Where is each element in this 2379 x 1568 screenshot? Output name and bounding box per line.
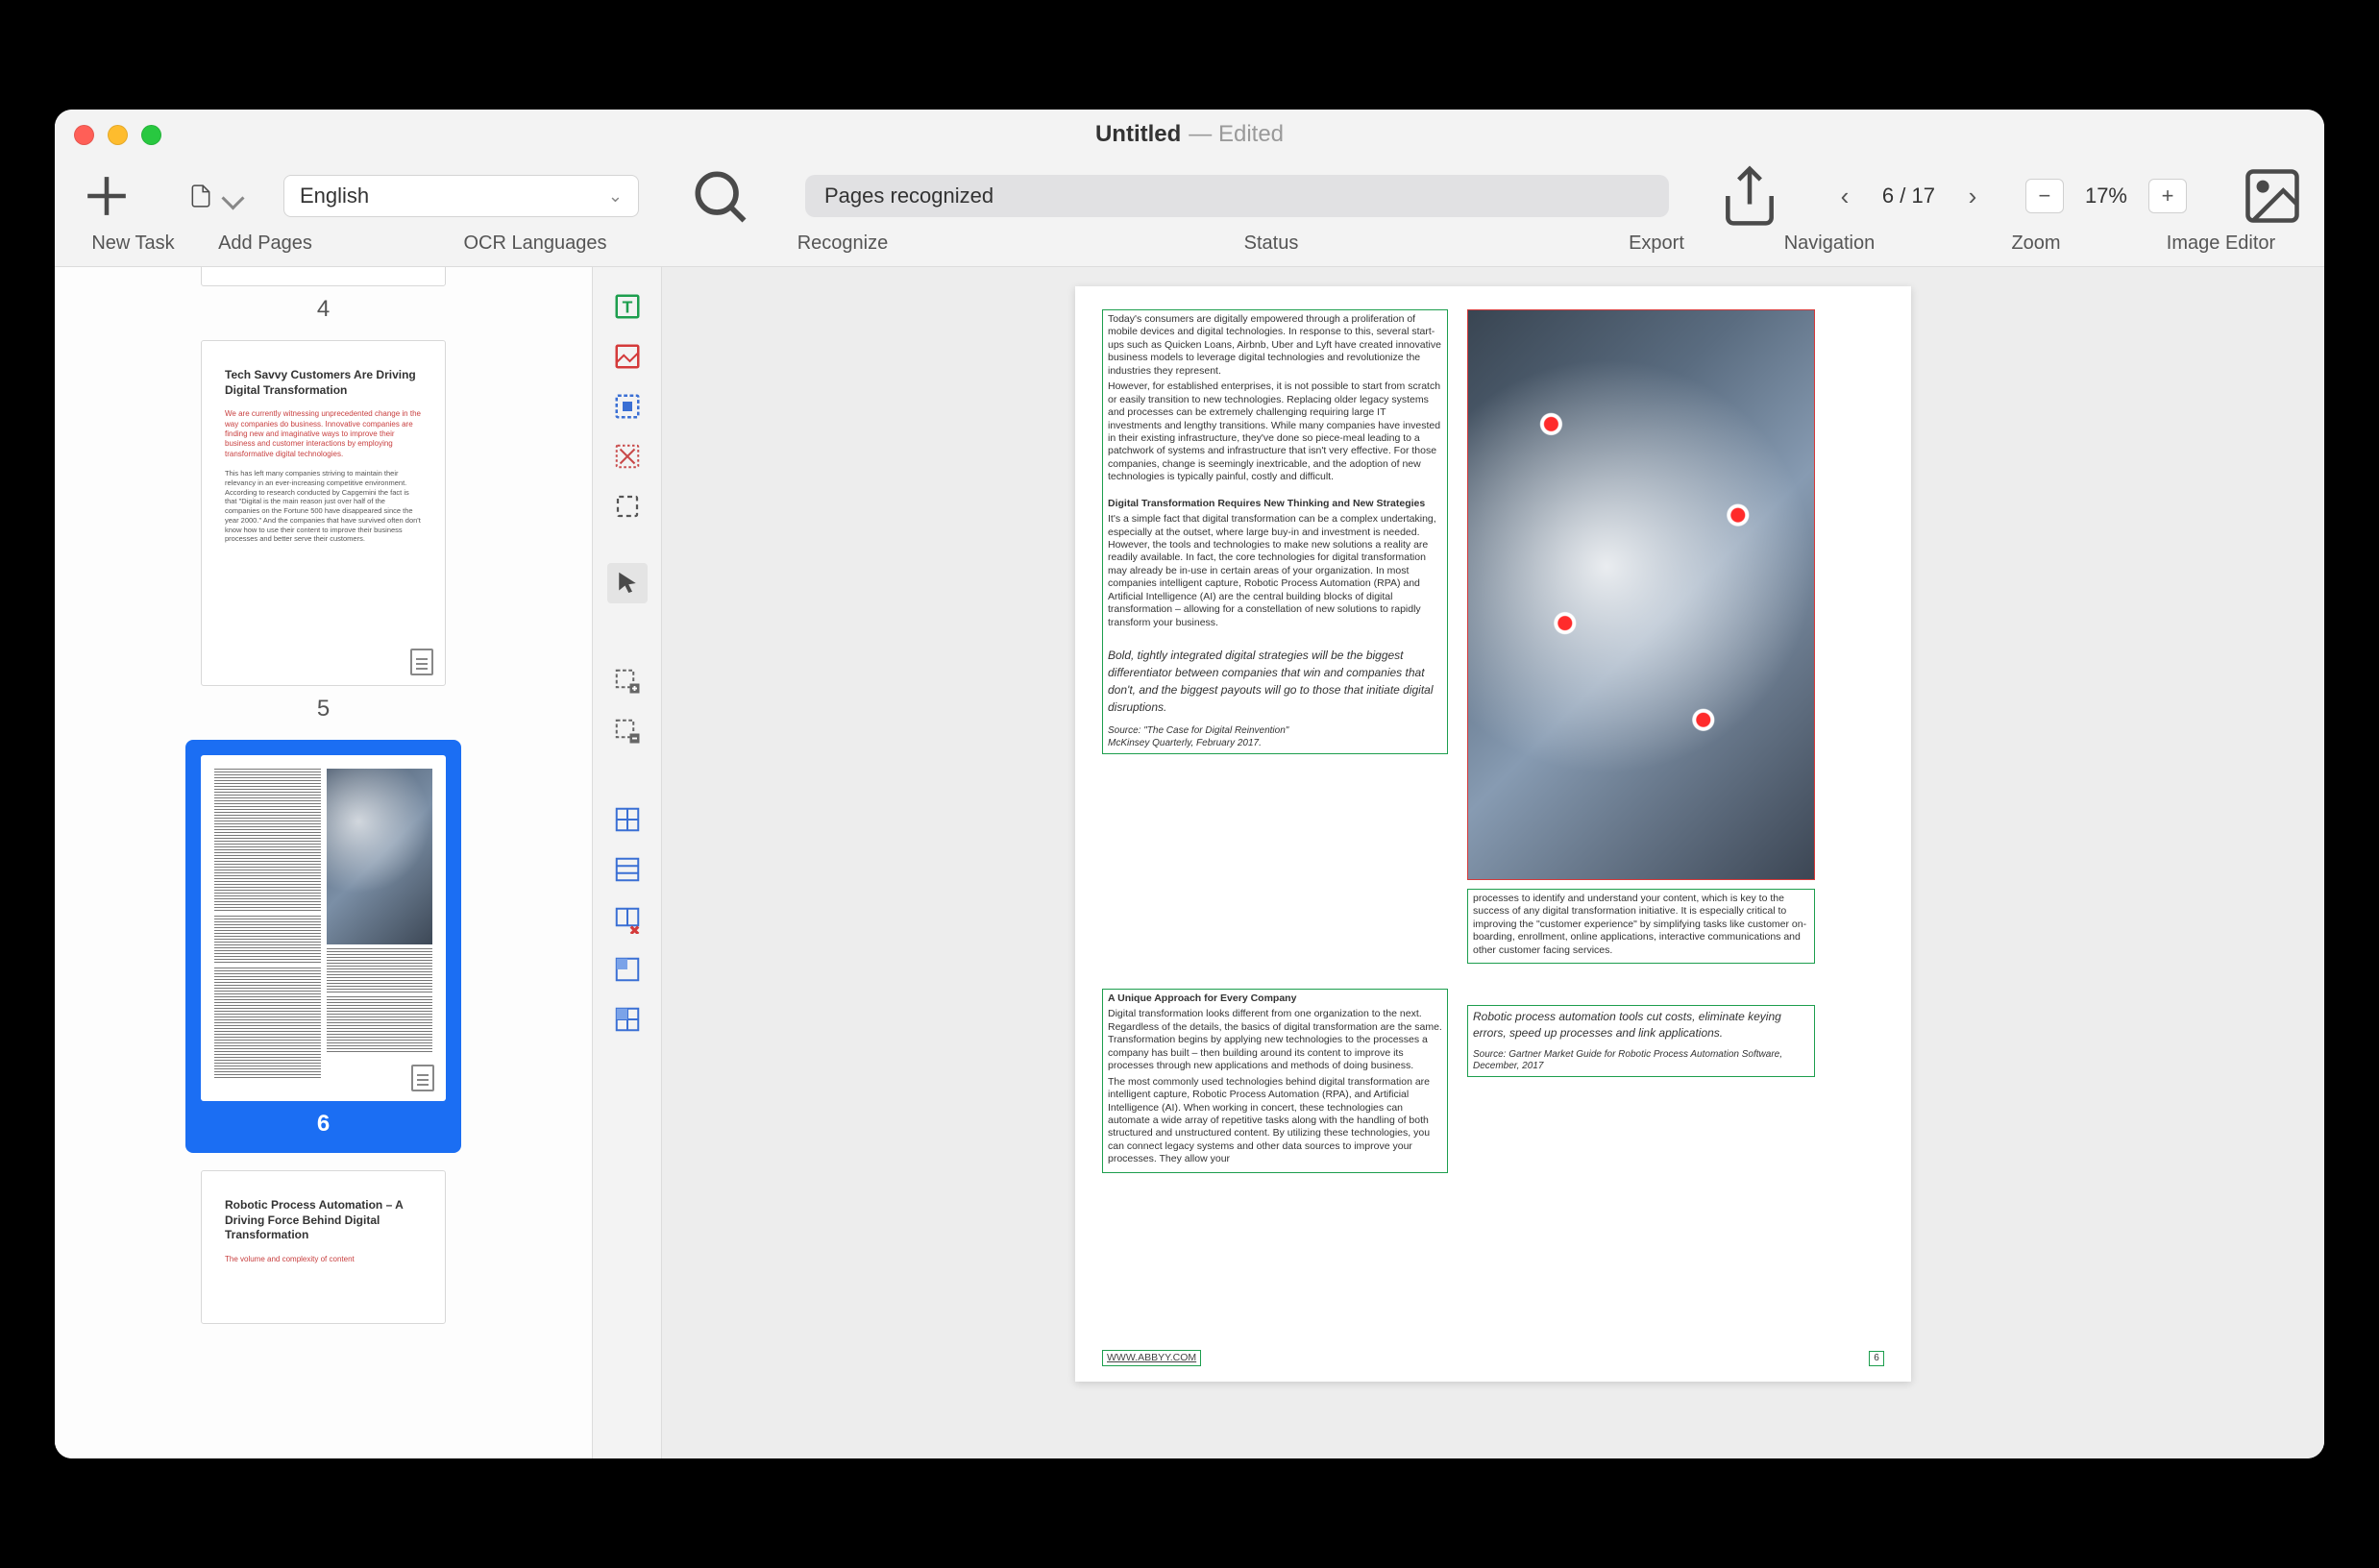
merge-cells-tool[interactable]: [607, 949, 648, 990]
titlebar: Untitled — Edited: [55, 110, 2324, 159]
source-line: McKinsey Quarterly, February 2017.: [1108, 738, 1442, 750]
export-button[interactable]: [1717, 176, 1782, 216]
heading: A Unique Approach for Every Company: [1108, 992, 1442, 1005]
thumb-label: 5: [317, 696, 330, 723]
add-vertical-separator-tool[interactable]: [607, 799, 648, 840]
chevron-down-icon: [221, 190, 244, 202]
barcode-area-tool[interactable]: [607, 386, 648, 427]
source-line: Source: Gartner Market Guide for Robotic…: [1473, 1049, 1809, 1074]
page-badge-icon: [411, 1065, 434, 1091]
pull-quote: Bold, tightly integrated digital strateg…: [1108, 647, 1442, 716]
page-canvas[interactable]: Today's consumers are digitally empowere…: [662, 267, 2324, 1458]
ocr-languages-label: OCR Languages: [338, 233, 732, 255]
text-block[interactable]: A Unique Approach for Every Company Digi…: [1102, 989, 1448, 1173]
thumbnail-4[interactable]: 4: [201, 267, 446, 323]
app-window: Untitled — Edited English ⌄ Pages recogn…: [55, 110, 2324, 1458]
svg-text:T: T: [622, 297, 632, 316]
navigation-label: Navigation: [1724, 233, 1935, 255]
recognize-label: Recognize: [732, 233, 953, 255]
chevron-down-icon: ⌄: [608, 186, 623, 207]
main-area: 4 Tech Savvy Customers Are Driving Digit…: [55, 267, 2324, 1458]
page-badge-icon: [410, 649, 433, 675]
window-controls: [74, 125, 161, 145]
page-number: 6: [1869, 1351, 1884, 1366]
zoom-button[interactable]: [141, 125, 161, 145]
thumb-intro: We are currently witnessing unprecedente…: [225, 409, 422, 459]
thumb-intro: The volume and complexity of content: [225, 1255, 422, 1264]
footer-link[interactable]: WWW.ABBYY.COM: [1102, 1350, 1201, 1366]
thumb-label: 4: [317, 296, 330, 323]
zoom-out-button[interactable]: −: [2025, 179, 2064, 213]
picture-area-tool[interactable]: [607, 336, 648, 377]
paragraph: The most commonly used technologies behi…: [1108, 1076, 1442, 1166]
cut-area-part-tool[interactable]: [607, 711, 648, 751]
zoom-label: Zoom: [1935, 233, 2137, 255]
page-view: Today's consumers are digitally empowere…: [1075, 286, 1911, 1382]
status-label: Status: [953, 233, 1589, 255]
close-button[interactable]: [74, 125, 94, 145]
language-value: English: [300, 184, 369, 208]
pull-quote: Robotic process automation tools cut cos…: [1473, 1009, 1809, 1041]
next-page-button[interactable]: ›: [1949, 177, 1997, 215]
navigation-control: ‹ 6 / 17 ›: [1821, 175, 1997, 217]
minimize-button[interactable]: [108, 125, 128, 145]
background-area-tool[interactable]: [607, 436, 648, 477]
heading: Digital Transformation Requires New Thin…: [1108, 498, 1442, 510]
area-tools-strip: T: [593, 267, 662, 1458]
image-editor-button[interactable]: [2240, 176, 2305, 216]
thumb-label: 6: [317, 1111, 330, 1138]
window-title: Untitled — Edited: [55, 110, 2324, 159]
add-pages-label: Add Pages: [192, 233, 338, 255]
text-block[interactable]: Robotic process automation tools cut cos…: [1467, 1005, 1815, 1077]
paragraph: It's a simple fact that digital transfor…: [1108, 513, 1442, 629]
add-horizontal-separator-tool[interactable]: [607, 849, 648, 890]
zoom-control: − 17% +: [2025, 175, 2187, 217]
paragraph: However, for established enterprises, it…: [1108, 380, 1442, 484]
new-task-button[interactable]: [74, 176, 139, 216]
export-label: Export: [1589, 233, 1724, 255]
thumb-heading: Robotic Process Automation – A Driving F…: [225, 1198, 422, 1243]
prev-page-button[interactable]: ‹: [1821, 177, 1869, 215]
paragraph: processes to identify and understand you…: [1473, 893, 1809, 957]
text-area-tool[interactable]: T: [607, 286, 648, 327]
status-text: Pages recognized: [824, 184, 993, 208]
language-select[interactable]: English ⌄: [283, 175, 639, 217]
city-aerial-image: [1468, 310, 1814, 879]
split-cells-tool[interactable]: [607, 999, 648, 1040]
page-counter: 6 / 17: [1875, 184, 1943, 208]
thumbnail-7[interactable]: Robotic Process Automation – A Driving F…: [201, 1170, 446, 1324]
delete-separator-tool[interactable]: [607, 899, 648, 940]
add-pages-button[interactable]: [178, 176, 255, 216]
thumbnail-6[interactable]: 6: [185, 740, 461, 1153]
text-block[interactable]: processes to identify and understand you…: [1467, 889, 1815, 964]
image-editor-label: Image Editor: [2137, 233, 2305, 255]
paragraph: Digital transformation looks different f…: [1108, 1008, 1442, 1072]
recognize-button[interactable]: [687, 176, 752, 216]
toolbar-labels: New Task Add Pages OCR Languages Recogni…: [55, 233, 2324, 267]
picture-block[interactable]: [1467, 309, 1815, 880]
new-task-label: New Task: [74, 233, 192, 255]
toolbar: English ⌄ Pages recognized ‹ 6 / 17 › − …: [55, 159, 2324, 233]
text-block[interactable]: Today's consumers are digitally empowere…: [1102, 309, 1448, 754]
pointer-tool[interactable]: [607, 563, 648, 603]
recognition-area-tool[interactable]: [607, 486, 648, 527]
thumbnail-sidebar[interactable]: 4 Tech Savvy Customers Are Driving Digit…: [55, 267, 593, 1458]
thumb-body: This has left many companies striving to…: [225, 469, 422, 544]
paragraph: Today's consumers are digitally empowere…: [1108, 313, 1442, 378]
title-text: Untitled: [1095, 121, 1181, 148]
add-area-part-tool[interactable]: [607, 661, 648, 701]
edited-indicator: — Edited: [1189, 121, 1284, 148]
source-line: Source: "The Case for Digital Reinventio…: [1108, 725, 1442, 738]
zoom-in-button[interactable]: +: [2148, 179, 2187, 213]
thumbnail-5[interactable]: Tech Savvy Customers Are Driving Digital…: [201, 340, 446, 723]
zoom-value: 17%: [2068, 184, 2145, 208]
thumb-heading: Tech Savvy Customers Are Driving Digital…: [225, 368, 422, 398]
status-field: Pages recognized: [805, 175, 1669, 217]
